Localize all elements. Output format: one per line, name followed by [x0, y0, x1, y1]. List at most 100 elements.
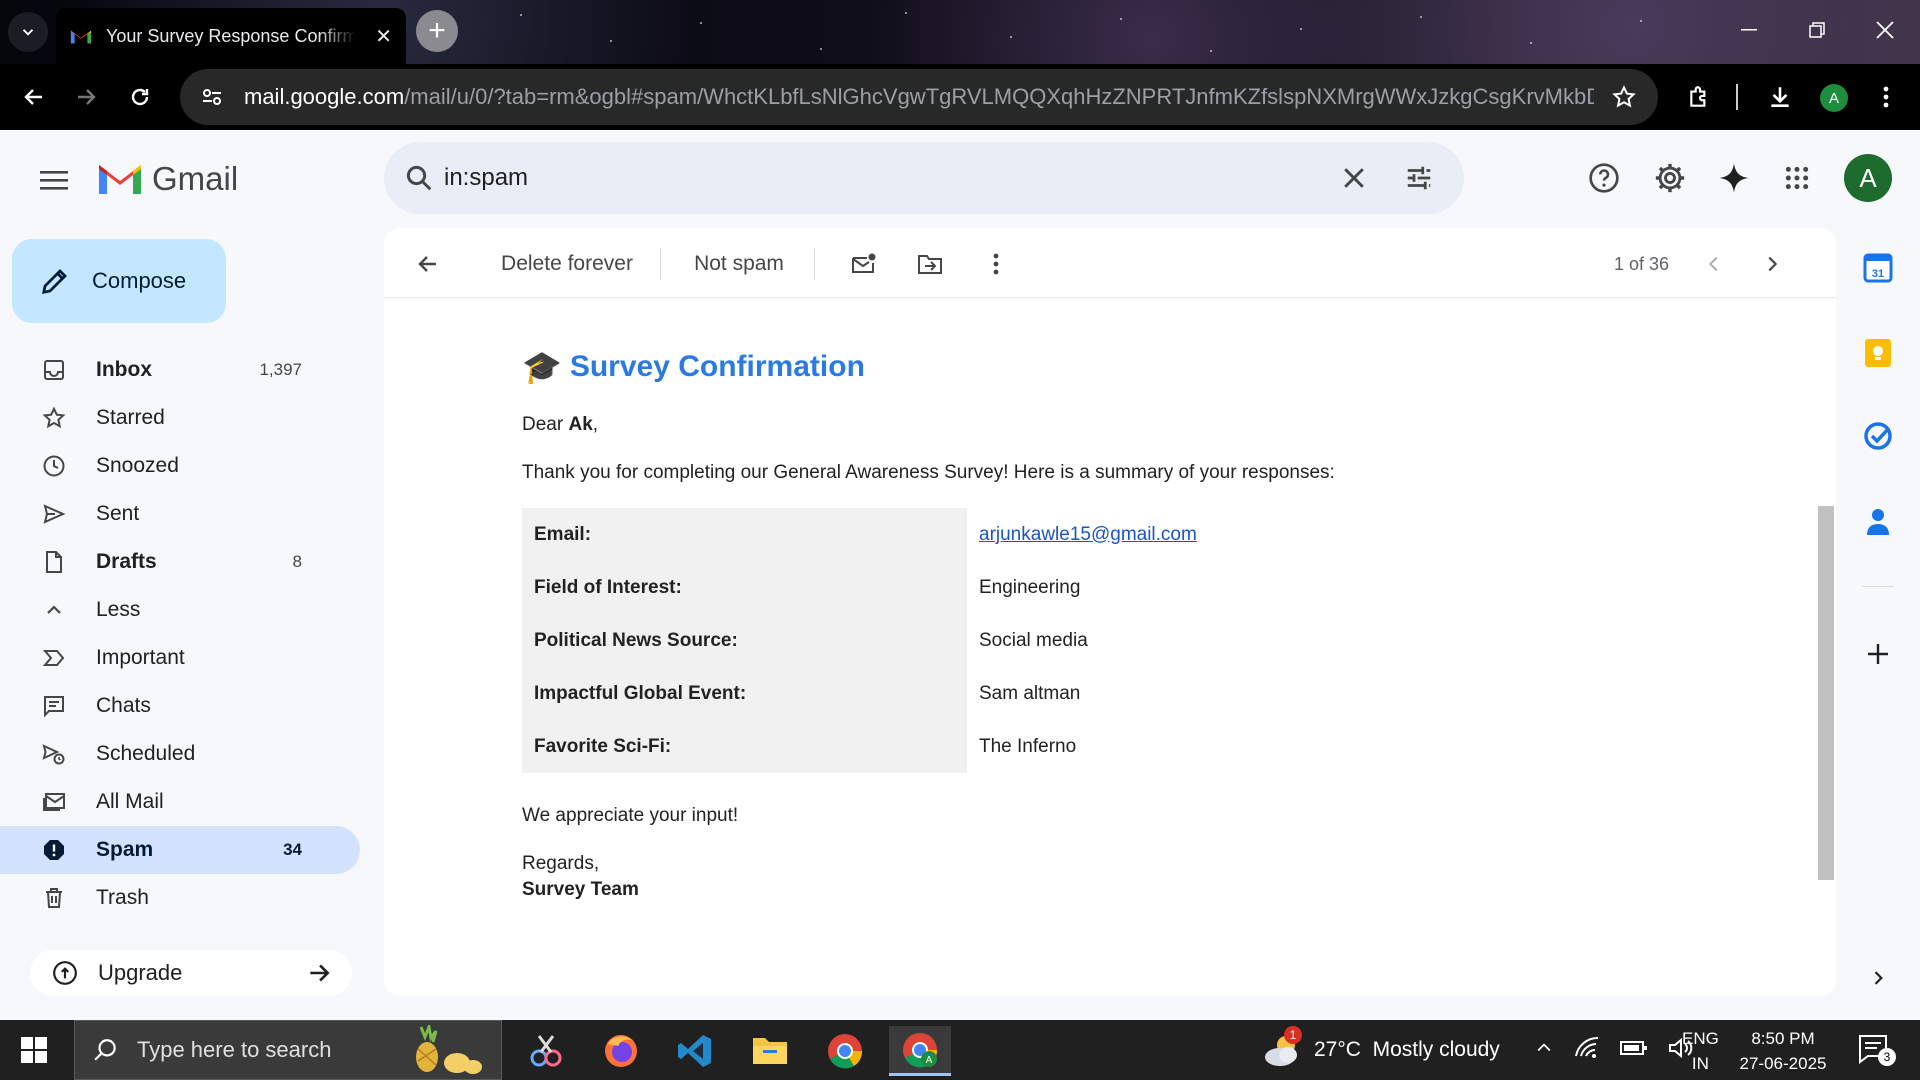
sidebar-item-sent[interactable]: Sent	[0, 490, 360, 538]
support-button[interactable]	[1580, 154, 1628, 202]
delete-forever-button[interactable]: Delete forever	[492, 244, 642, 284]
move-to-button[interactable]	[910, 244, 950, 284]
upgrade-icon	[53, 961, 77, 985]
sidebar-item-spam[interactable]: Spam 34	[0, 826, 360, 874]
site-settings-icon[interactable]	[200, 85, 224, 109]
system-tray	[1534, 1036, 1694, 1060]
gemini-button[interactable]	[1710, 154, 1758, 202]
sidebar-item-trash[interactable]: Trash	[0, 874, 360, 922]
sidebar-item-drafts[interactable]: Drafts 8	[0, 538, 360, 586]
account-avatar[interactable]: A	[1844, 154, 1892, 202]
sidebar-item-scheduled[interactable]: Scheduled	[0, 730, 360, 778]
keep-app-button[interactable]	[1860, 335, 1896, 371]
taskbar-app-firefox[interactable]	[590, 1026, 652, 1076]
upgrade-button[interactable]: Upgrade	[30, 950, 352, 996]
taskbar-search[interactable]: Type here to search	[74, 1020, 502, 1080]
sidebar-item-starred[interactable]: Starred	[0, 394, 360, 442]
response-key: Political News Source:	[522, 614, 967, 667]
sidebar-item-label: Trash	[96, 886, 149, 909]
settings-button[interactable]	[1646, 154, 1694, 202]
system-clock[interactable]: 8:50 PM 27-06-2025	[1730, 1026, 1836, 1076]
bookmark-star-icon[interactable]	[1612, 85, 1636, 109]
unread-count: 8	[292, 552, 302, 571]
newer-button[interactable]	[1694, 244, 1734, 284]
sidebar-item-label: Scheduled	[96, 742, 196, 765]
sidebar-item-label: Starred	[96, 406, 165, 429]
more-actions-button[interactable]	[976, 244, 1016, 284]
tasks-app-button[interactable]	[1860, 418, 1896, 454]
email-link[interactable]: arjunkawle15@gmail.com	[979, 524, 1197, 545]
scrollbar-thumb[interactable]	[1818, 506, 1834, 880]
reload-icon	[131, 88, 149, 106]
sidebar-item-all-mail[interactable]: All Mail	[0, 778, 360, 826]
forward-button[interactable]	[66, 77, 106, 117]
gmail-m-icon	[99, 165, 141, 194]
weather-widget[interactable]: 1 27°C Mostly cloudy	[1262, 1026, 1500, 1070]
language-code: ENG	[1682, 1029, 1719, 1048]
not-spam-label: Not spam	[694, 252, 784, 275]
get-addons-button[interactable]	[1860, 636, 1896, 672]
important-icon	[40, 644, 68, 672]
minimize-button[interactable]	[1714, 0, 1784, 60]
new-tab-button[interactable]: +	[416, 10, 458, 52]
close-tab-icon[interactable]: ✕	[375, 24, 392, 49]
toolbar-divider	[660, 248, 661, 280]
taskbar-app-chrome[interactable]	[814, 1026, 876, 1076]
signature-text: Survey Team	[522, 879, 639, 900]
clear-search-button[interactable]	[1339, 163, 1369, 193]
email-heading-text: Survey Confirmation	[569, 350, 865, 383]
clock-time: 8:50 PM	[1751, 1029, 1815, 1048]
taskbar-app-chrome-profile[interactable]: A	[889, 1026, 951, 1076]
close-window-button[interactable]	[1850, 0, 1920, 60]
restore-button[interactable]	[1782, 0, 1852, 60]
extensions-button[interactable]	[1680, 77, 1720, 117]
sparkle-icon	[1719, 163, 1749, 193]
wifi-icon[interactable]	[1574, 1036, 1600, 1060]
search-options-button[interactable]	[1404, 163, 1434, 193]
sidebar-item-label: Important	[96, 646, 185, 669]
search-input[interactable]	[444, 164, 1294, 192]
search-button[interactable]	[404, 163, 434, 193]
expand-side-panel-button[interactable]	[1860, 960, 1896, 996]
inbox-icon	[40, 356, 68, 384]
back-button[interactable]	[14, 77, 54, 117]
downloads-button[interactable]	[1760, 77, 1800, 117]
sidebar-item-chats[interactable]: Chats	[0, 682, 360, 730]
not-spam-button[interactable]: Not spam	[684, 244, 794, 284]
unread-count: 1,397	[259, 360, 302, 379]
taskbar-app-snipping[interactable]	[515, 1026, 577, 1076]
back-to-spam-button[interactable]	[408, 244, 448, 284]
chevron-up-icon[interactable]	[1534, 1038, 1554, 1058]
sidebar-item-less[interactable]: Less	[0, 586, 360, 634]
tab-search-button[interactable]	[8, 12, 48, 52]
compose-button[interactable]: Compose	[12, 239, 226, 323]
main-menu-button[interactable]	[30, 156, 78, 204]
delete-forever-label: Delete forever	[501, 252, 633, 275]
browser-profile-avatar[interactable]: A	[1820, 84, 1848, 112]
mark-unread-button[interactable]	[844, 244, 884, 284]
sidebar-item-snoozed[interactable]: Snoozed	[0, 442, 360, 490]
battery-icon[interactable]	[1620, 1038, 1648, 1058]
contacts-app-button[interactable]	[1860, 504, 1896, 540]
spam-icon	[40, 836, 68, 864]
sidebar-item-inbox[interactable]: Inbox 1,397	[0, 346, 360, 394]
calendar-app-button[interactable]: 31	[1860, 250, 1896, 286]
older-button[interactable]	[1752, 244, 1792, 284]
taskbar-app-vscode[interactable]	[664, 1026, 726, 1076]
sidebar-item-important[interactable]: Important	[0, 634, 360, 682]
gmail-logo[interactable]: Gmail	[96, 160, 238, 198]
search-bar[interactable]	[384, 142, 1464, 214]
url-text[interactable]: mail.google.com/mail/u/0/?tab=rm&ogbl#sp…	[244, 84, 1594, 110]
reload-button[interactable]	[120, 77, 160, 117]
google-apps-button[interactable]	[1773, 154, 1821, 202]
chevron-up-icon	[40, 596, 68, 624]
pineapple-doodle-icon	[416, 1025, 482, 1074]
taskbar-app-file-explorer[interactable]	[739, 1026, 801, 1076]
browser-menu-button[interactable]	[1866, 77, 1906, 117]
browser-tab-active[interactable]: Your Survey Response Confirmation ✕	[56, 8, 406, 64]
sidebar-item-label: Chats	[96, 694, 151, 717]
start-button[interactable]	[14, 1032, 54, 1068]
address-bar[interactable]: mail.google.com/mail/u/0/?tab=rm&ogbl#sp…	[180, 69, 1658, 125]
notification-center-button[interactable]: 3	[1858, 1034, 1896, 1066]
language-indicator[interactable]: ENG IN	[1682, 1026, 1719, 1076]
